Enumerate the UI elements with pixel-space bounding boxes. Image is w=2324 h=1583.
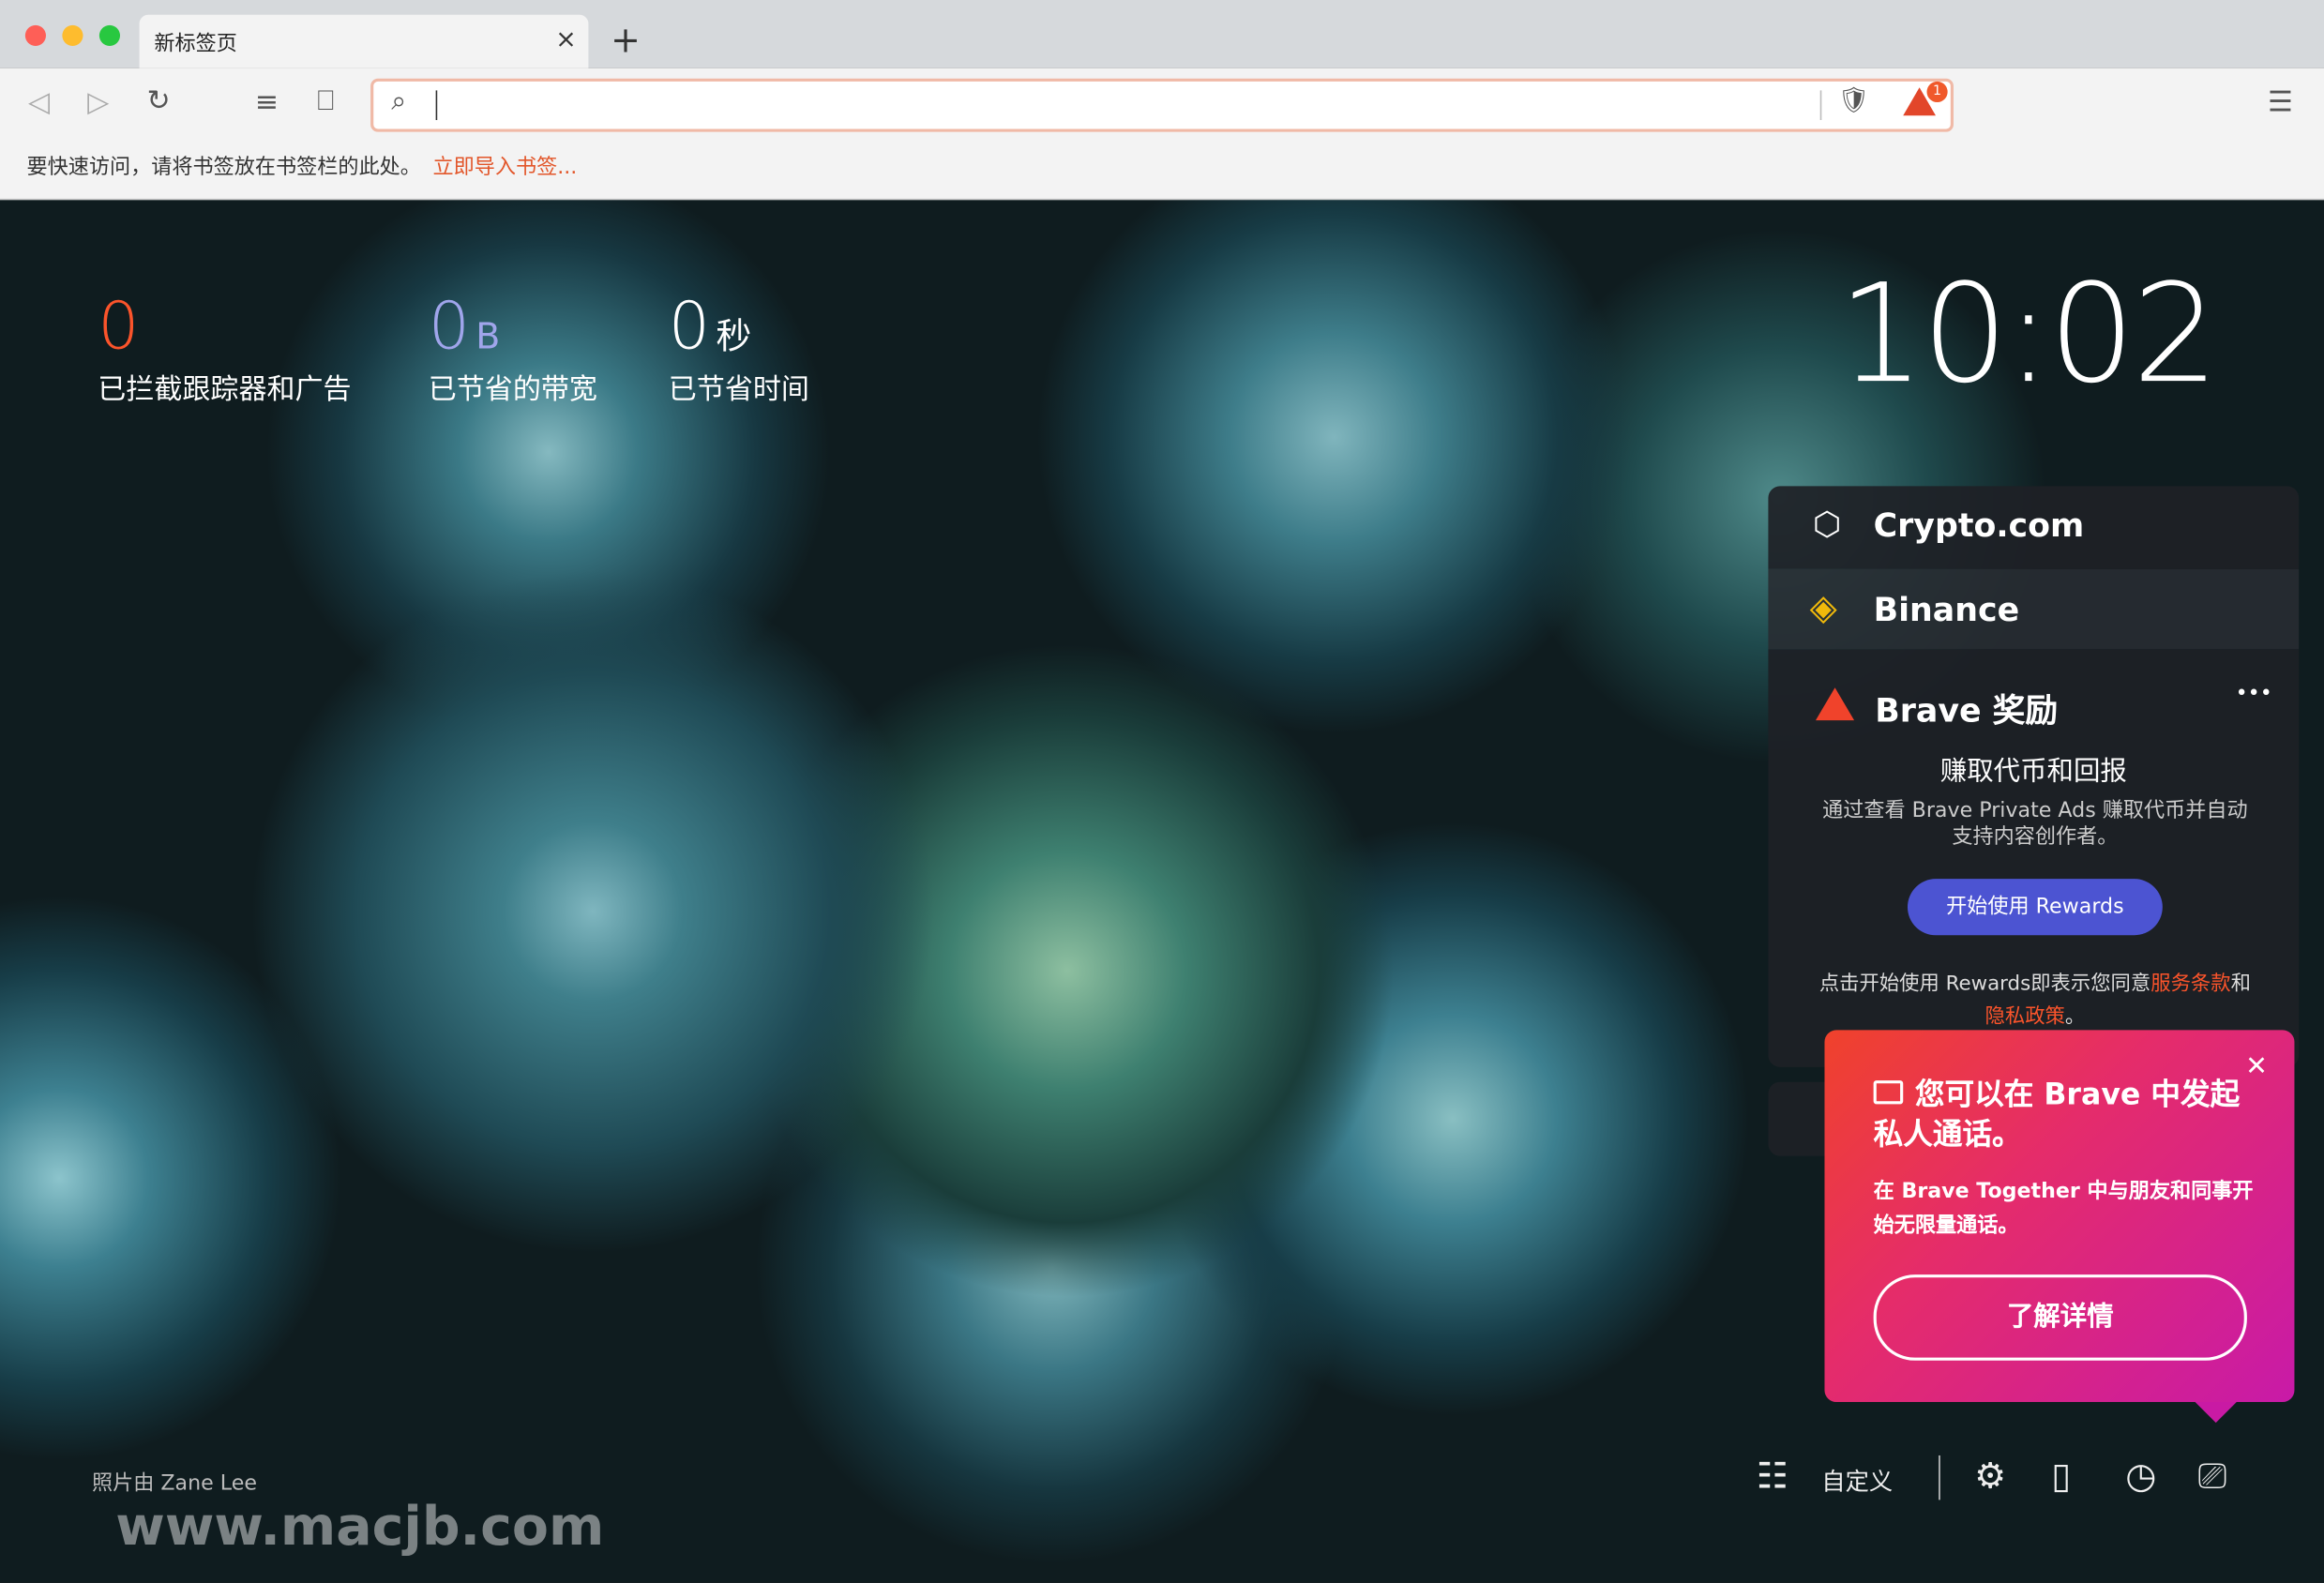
text-cursor [435,90,438,121]
stat-unit: B [475,315,501,357]
stat-label: 已拦截跟踪器和广告 [98,373,352,407]
widget-brave-rewards: Brave 奖励 ••• 赚取代币和回报 通过查看 Brave Private … [1768,649,2300,1067]
widget-title: Binance [1873,593,2020,630]
widget-crypto-com[interactable]: ⬡ Crypto.com [1768,486,2300,569]
bookmarks-bar: 要快速访问，请将书签放在书签栏的此处。 立即导入书签... [26,151,577,181]
widget-title: Crypto.com [1873,508,2085,546]
menu-icon[interactable]: ☰ [2268,86,2293,119]
rewards-description: 通过查看 Brave Private Ads 赚取代币并自动支持内容创作者。 [1822,798,2248,850]
bookmarks-icon[interactable]: ▯ [2051,1455,2071,1497]
bookmark-icon[interactable]: ⎕ [317,84,334,117]
customize-button[interactable]: 自定义 [1821,1461,1893,1497]
history-icon[interactable]: ◷ [2125,1455,2156,1497]
stat-value: 0 [428,289,470,365]
close-window-button[interactable] [24,24,46,46]
crypto-com-icon: ⬡ [1812,506,1842,545]
customize-icon[interactable]: ☷ [1757,1455,1788,1497]
forward-icon[interactable]: ▷ [87,86,109,119]
widget-binance[interactable]: ◈ Binance [1768,568,2300,650]
browser-window: 新标签页 × + ◁ ▷ ↻ ≡ ⎕ ⌕ 🛡 1 ☰ 要快速访问，请将书签放在书… [0,0,2324,1583]
popup-body: 在 Brave Together 中与朋友和同事开始无限量通话。 [1873,1179,2254,1238]
brave-rewards-logo-icon [1815,687,1855,721]
settings-gear-icon[interactable]: ⚙ [1974,1455,2006,1497]
popup-title-text: 您可以在 Brave 中发起私人通话。 [1873,1076,2241,1152]
address-bar[interactable]: ⌕ 🛡 1 [370,78,1954,132]
rewards-terms: 点击开始使用 Rewards即表示您同意服务条款和隐私政策。 [1810,968,2260,1033]
stat-time-saved: 0 秒已节省时间 [669,289,809,407]
stat-value: 0 [98,289,140,365]
terms-of-service-link[interactable]: 服务条款 [2150,972,2230,996]
tab-bar: 新标签页 × + [0,0,2324,68]
reload-icon[interactable]: ↻ [146,84,170,117]
tab-title: 新标签页 [154,32,237,57]
terms-and: 和 [2230,972,2251,997]
stat-unit: 秒 [716,315,752,357]
more-options-icon[interactable]: ••• [2236,682,2272,705]
stat-label: 已节省时间 [668,373,809,407]
stat-bandwidth-saved: 0 B 已节省的带宽 [429,289,597,407]
divider [1819,90,1822,121]
terms-text: 点击开始使用 Rewards即表示您同意 [1818,972,2151,997]
privacy-policy-link[interactable]: 隐私政策 [1985,1005,2065,1029]
terms-end: 。 [2064,1004,2086,1029]
photo-credit[interactable]: 照片由 Zane Lee [92,1468,257,1498]
close-popup-icon[interactable]: ✕ [2245,1051,2268,1082]
reader-icon[interactable]: ≡ [255,86,279,119]
rewards-badge: 1 [1926,81,1948,103]
widget-title: Brave 奖励 [1875,693,2059,731]
brave-talk-popup: ✕ 您可以在 Brave 中发起私人通话。 在 Brave Together 中… [1824,1030,2295,1424]
search-icon: ⌕ [391,85,407,117]
stat-label: 已节省的带宽 [428,373,597,407]
binance-icon: ◈ [1809,586,1837,629]
start-rewards-button[interactable]: 开始使用 Rewards [1907,879,2163,936]
clock: 10:02 [1837,254,2219,414]
toolbar: ◁ ▷ ↻ ≡ ⎕ ⌕ 🛡 1 ☰ 要快速访问，请将书签放在书签栏的此处。 立即导… [0,68,2324,201]
close-tab-icon[interactable]: × [555,25,577,55]
brave-shields-icon[interactable]: 🛡 [1838,86,1870,116]
brave-talk-icon[interactable]: ⎚ [2198,1455,2226,1497]
stat-value: 0 [668,289,711,365]
learn-more-button[interactable]: 了解详情 [1873,1274,2247,1361]
tab-new-tab[interactable]: 新标签页 × [139,14,589,68]
back-icon[interactable]: ◁ [28,86,50,119]
video-camera-icon [1873,1080,1904,1105]
minimize-window-button[interactable] [62,24,83,46]
import-bookmarks-link[interactable]: 立即导入书签... [432,156,577,179]
new-tab-button[interactable]: + [611,20,641,61]
popup-title: 您可以在 Brave 中发起私人通话。 [1873,1075,2244,1154]
zoom-window-button[interactable] [98,24,121,46]
rewards-subtitle: 赚取代币和回报 [1939,756,2127,788]
watermark-text: www.macjb.com [115,1497,605,1559]
stat-trackers-blocked: 0 已拦截跟踪器和广告 [98,289,351,407]
bookmarks-hint: 要快速访问，请将书签放在书签栏的此处。 [26,155,421,180]
divider [1939,1455,1940,1500]
